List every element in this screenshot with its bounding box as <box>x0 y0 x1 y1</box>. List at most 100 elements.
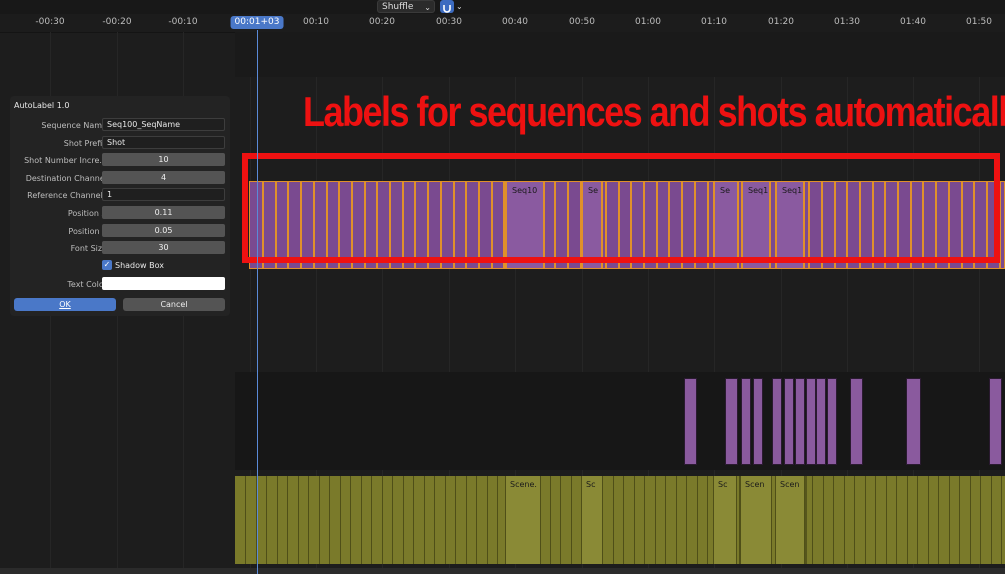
shot-strip[interactable] <box>896 476 897 564</box>
shot-strip[interactable] <box>854 476 855 564</box>
shot-strip[interactable] <box>644 476 645 564</box>
shot-strip[interactable] <box>570 476 572 564</box>
number-field[interactable]: 0.11 <box>102 206 225 219</box>
ruler-tick-label: 00:50 <box>569 17 595 27</box>
shot-strip[interactable] <box>423 476 425 564</box>
shot-strip[interactable] <box>245 476 246 564</box>
shot-strip[interactable] <box>297 476 299 564</box>
shot-strip[interactable] <box>938 476 939 564</box>
shot-strip[interactable] <box>371 476 372 564</box>
snap-options-chevron-icon[interactable]: ⌄ <box>456 0 463 13</box>
shot-strip[interactable] <box>1001 476 1002 564</box>
shot-strip[interactable] <box>843 476 845 564</box>
shot-strip[interactable] <box>864 476 866 564</box>
dialog-field-row: Position Y 0.05 <box>10 223 230 240</box>
shot-strip[interactable] <box>276 476 278 564</box>
shot-strip[interactable]: Scen <box>740 476 772 564</box>
number-field[interactable]: 0.05 <box>102 223 225 237</box>
shot-strip[interactable] <box>686 476 687 564</box>
shot-strip[interactable] <box>980 476 981 564</box>
cancel-button[interactable]: Cancel <box>123 298 225 311</box>
shot-strip[interactable] <box>612 476 614 564</box>
clip-strip[interactable] <box>772 378 782 465</box>
autolabel-dialog: AutoLabel 1.0 Sequence Name Seq100_SeqNam… <box>10 96 230 316</box>
shot-strip[interactable] <box>318 476 320 564</box>
shot-strip[interactable] <box>287 476 288 564</box>
clip-strip[interactable] <box>795 378 805 465</box>
shuffle-dropdown[interactable]: Shuffle ⌄ <box>377 0 435 13</box>
shot-strip[interactable] <box>822 476 824 564</box>
shot-strip[interactable] <box>497 476 498 564</box>
shot-strip-track[interactable]: Scene. Sc Sc Scen Scen <box>235 476 1005 564</box>
shot-strip[interactable] <box>360 476 362 564</box>
number-field[interactable]: 4 <box>102 170 225 184</box>
text-field[interactable]: 1 <box>102 188 225 202</box>
dialog-field-row: Reference Channels 1 <box>10 188 230 204</box>
playhead-line[interactable] <box>257 30 258 574</box>
shot-strip[interactable] <box>833 476 834 564</box>
shot-strip[interactable] <box>266 476 267 564</box>
clip-strip[interactable] <box>816 378 826 465</box>
shot-strip[interactable] <box>707 476 708 564</box>
shot-strip[interactable] <box>885 476 887 564</box>
shot-strip[interactable] <box>812 476 813 564</box>
shot-strip[interactable] <box>476 476 477 564</box>
clip-strip[interactable] <box>784 378 794 465</box>
shot-strip[interactable] <box>465 476 467 564</box>
highlight-frame <box>242 153 1000 263</box>
shot-strip[interactable] <box>392 476 393 564</box>
shot-strip[interactable] <box>434 476 435 564</box>
shot-strip[interactable] <box>486 476 488 564</box>
shot-strip[interactable] <box>413 476 414 564</box>
shot-strip[interactable] <box>402 476 404 564</box>
shot-strip[interactable] <box>444 476 446 564</box>
shadow-box-row[interactable]: ✓ Shadow Box <box>10 259 230 275</box>
shot-strip[interactable]: Sc <box>581 476 603 564</box>
clip-strip[interactable] <box>741 378 751 465</box>
shot-strip[interactable] <box>959 476 960 564</box>
shot-strip[interactable] <box>675 476 677 564</box>
shot-strip[interactable] <box>381 476 383 564</box>
text-field[interactable]: Shot <box>102 135 225 149</box>
shot-strip[interactable] <box>560 476 561 564</box>
shot-strip[interactable] <box>308 476 309 564</box>
text-field[interactable]: Seq100_SeqName <box>102 118 225 131</box>
clip-strip[interactable] <box>989 378 1002 465</box>
playhead-time-label[interactable]: 00:01+03 <box>230 16 284 29</box>
shot-strip[interactable] <box>990 476 992 564</box>
shot-strip[interactable] <box>455 476 456 564</box>
ok-button[interactable]: OK <box>14 298 116 311</box>
shot-strip[interactable] <box>665 476 666 564</box>
clip-strip[interactable] <box>906 378 921 465</box>
timeline-ruler[interactable]: -00:30 -00:20 -00:10 00:10 00:20 00:30 00:40 00… <box>0 14 1005 33</box>
clip-strip[interactable] <box>753 378 763 465</box>
horizontal-scrollbar[interactable] <box>0 568 1005 574</box>
shot-strip[interactable] <box>875 476 876 564</box>
shot-strip[interactable] <box>339 476 341 564</box>
snap-magnet-icon[interactable] <box>440 0 454 13</box>
shot-strip[interactable] <box>549 476 551 564</box>
shot-strip[interactable] <box>917 476 918 564</box>
shot-strip[interactable] <box>654 476 656 564</box>
shadow-box-checkbox[interactable]: ✓ <box>102 260 112 270</box>
shot-strip[interactable] <box>329 476 330 564</box>
shot-strip[interactable] <box>623 476 624 564</box>
shot-strip[interactable] <box>906 476 908 564</box>
shot-strip[interactable] <box>633 476 635 564</box>
shot-strip[interactable] <box>948 476 950 564</box>
clip-strip[interactable] <box>725 378 738 465</box>
number-field[interactable]: 30 <box>102 241 225 255</box>
shot-strip[interactable]: Sc <box>713 476 737 564</box>
shot-strip[interactable] <box>969 476 971 564</box>
number-field[interactable]: 10 <box>102 153 225 167</box>
text-color-swatch[interactable] <box>102 277 225 290</box>
clip-strip[interactable] <box>827 378 837 465</box>
shot-strip[interactable] <box>696 476 698 564</box>
clip-strip[interactable] <box>806 378 816 465</box>
clip-strip[interactable] <box>850 378 863 465</box>
shot-strip[interactable]: Scen <box>775 476 805 564</box>
clip-strip[interactable] <box>684 378 697 465</box>
shot-strip[interactable] <box>927 476 929 564</box>
shot-strip[interactable] <box>350 476 351 564</box>
shot-strip[interactable]: Scene. <box>505 476 541 564</box>
